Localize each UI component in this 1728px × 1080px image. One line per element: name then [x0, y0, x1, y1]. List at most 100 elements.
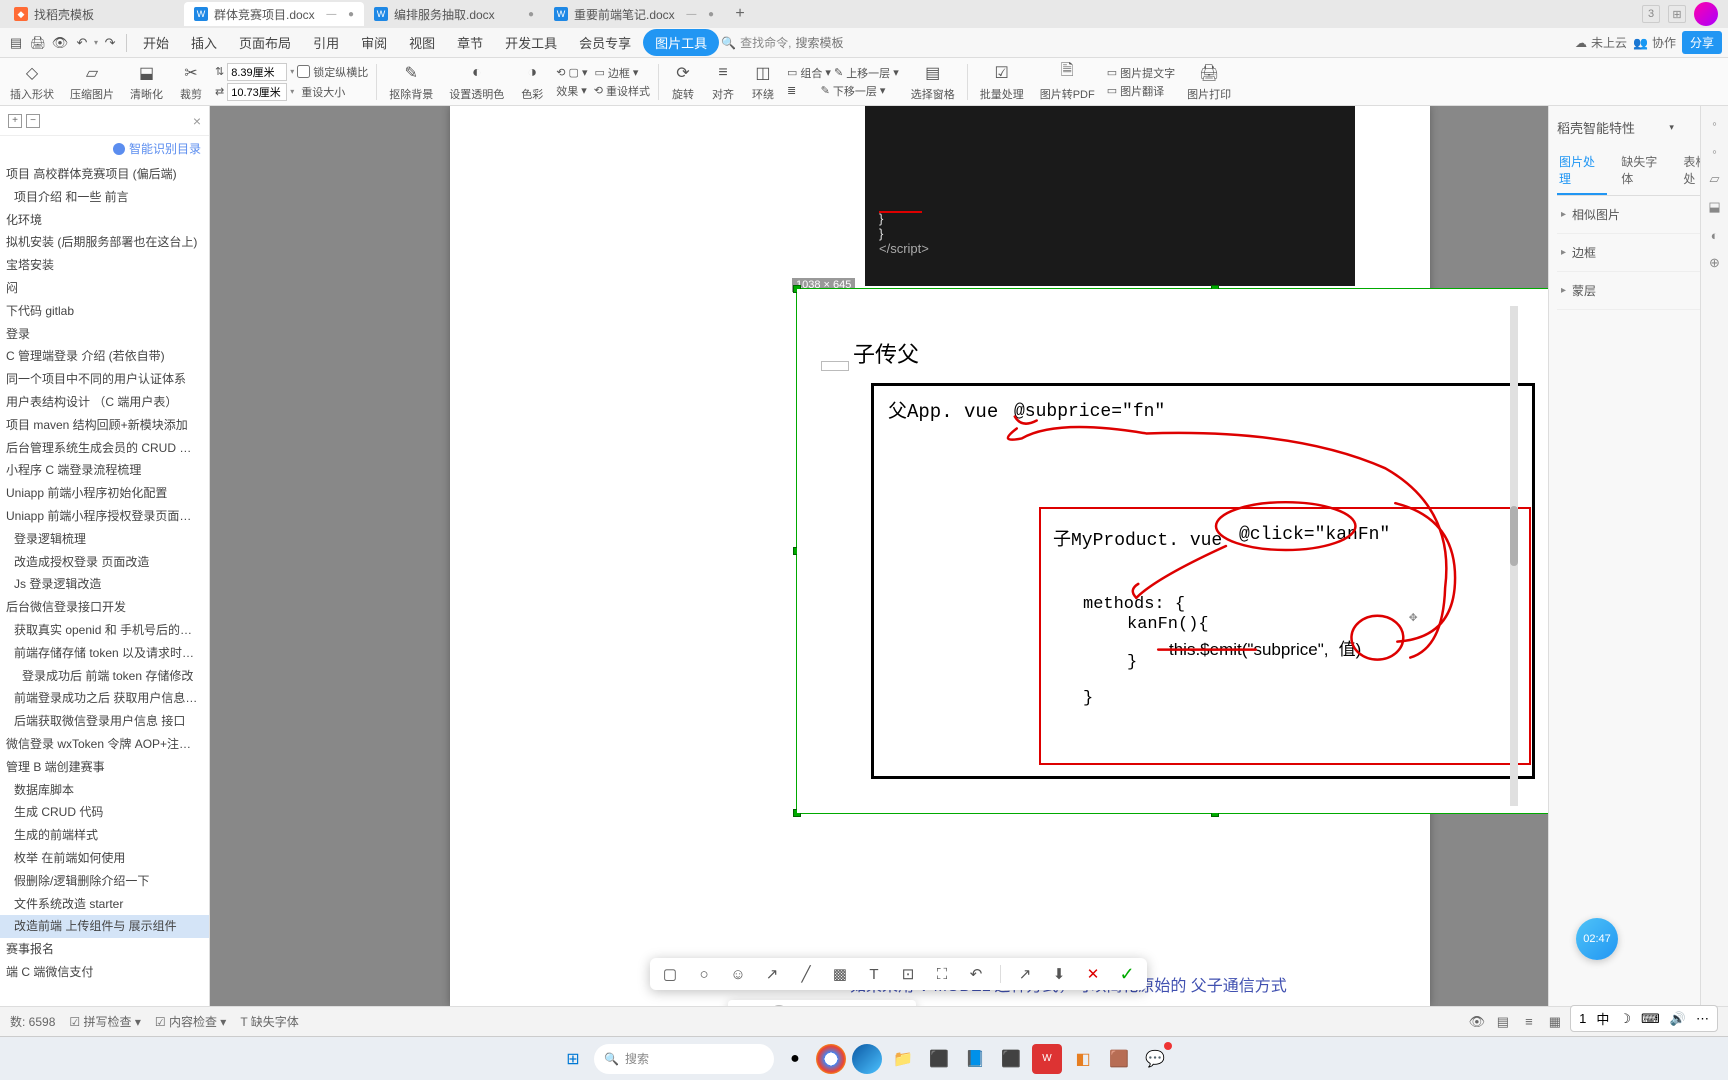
tool-text[interactable]: T [864, 964, 884, 984]
share-button[interactable]: 分享 [1682, 31, 1722, 54]
outline-item[interactable]: 文件系统改造 starter [0, 893, 209, 916]
vtool-5[interactable]: ◐ [1706, 226, 1724, 244]
ribbon-crop[interactable]: ✂裁剪 [175, 62, 207, 102]
new-tab-button[interactable]: + [730, 4, 750, 24]
ime-bar[interactable]: 1 中 ☽ ⌨ 🔊 ⋯ [1570, 1005, 1718, 1032]
collapse-icon[interactable]: − [26, 114, 40, 128]
outline-item[interactable]: 同一个项目中不同的用户认证体系 [0, 368, 209, 391]
ribbon-batch[interactable]: ☑批量处理 [976, 62, 1028, 102]
tool-share[interactable]: ↗ [1015, 964, 1035, 984]
tb-app-7[interactable]: 💬 [1140, 1044, 1170, 1074]
reset-size[interactable]: 重设大小 [301, 84, 345, 100]
outline-item[interactable]: 用户表结构设计 （C 端用户表） [0, 391, 209, 414]
redo-icon[interactable]: ↷ [100, 33, 120, 53]
vtool-4[interactable]: ⬓ [1706, 198, 1724, 216]
start-button[interactable]: ⊞ [558, 1044, 588, 1074]
outline-item[interactable]: 微信登录 wxToken 令牌 AOP+注解 完成... [0, 733, 209, 756]
rp-section-mask[interactable]: ▸蒙层 [1557, 272, 1720, 310]
tool-circle[interactable]: ○ [694, 964, 714, 984]
tool-cancel[interactable]: ✕ [1083, 964, 1103, 984]
ribbon-effects-row2[interactable]: 效果 ▾ ⟲ 重设样式 [556, 83, 650, 99]
menu-start[interactable]: 开始 [133, 28, 179, 57]
tool-fullscreen[interactable]: ⛶ [932, 964, 952, 984]
ime-keyboard[interactable]: ⌨ [1641, 1011, 1660, 1027]
outline-item[interactable]: 数据库脚本 [0, 779, 209, 802]
outline-item[interactable]: 改造成授权登录 页面改造 [0, 551, 209, 574]
tab-doc-1[interactable]: W 群体竞赛项目.docx — ● [184, 2, 364, 26]
scrollbar[interactable] [1510, 306, 1518, 806]
view-icon-1[interactable]: 👁 [1468, 1013, 1486, 1031]
tb-edge[interactable] [852, 1044, 882, 1074]
ribbon-color[interactable]: ◑色彩 [516, 62, 548, 102]
outline-item[interactable]: 小程序 C 端登录流程梳理 [0, 459, 209, 482]
vtool-3[interactable]: ▱ [1706, 170, 1724, 188]
view-icon-2[interactable]: ▤ [1494, 1013, 1512, 1031]
missing-fonts[interactable]: T 缺失字体 [240, 1013, 298, 1030]
menu-dev[interactable]: 开发工具 [495, 28, 567, 57]
menu-review[interactable]: 审阅 [351, 28, 397, 57]
outline-item[interactable]: 后台微信登录接口开发 [0, 596, 209, 619]
tool-pin[interactable]: ⊡ [898, 964, 918, 984]
ime-lang[interactable]: 中 [1596, 1009, 1609, 1028]
ime-sound[interactable]: 🔊 [1670, 1011, 1686, 1027]
ribbon-translate[interactable]: ▭ 图片翻译 [1107, 83, 1175, 99]
menu-chapter[interactable]: 章节 [447, 28, 493, 57]
timer-badge[interactable]: 02:47 [1576, 918, 1618, 960]
outline-list[interactable]: 项目 高校群体竞赛项目 (偏后端)项目介绍 和一些 前言化环境拟机安装 (后期服… [0, 161, 209, 1006]
tool-confirm[interactable]: ✓ [1117, 964, 1137, 984]
menu-layout[interactable]: 页面布局 [229, 28, 301, 57]
rp-tab-image[interactable]: 图片处理 [1557, 147, 1607, 195]
ribbon-insert-shape[interactable]: ◇插入形状 [6, 62, 58, 102]
outline-item[interactable]: 登录成功后 前端 token 存储修改 [0, 665, 209, 688]
tb-explorer[interactable]: 📁 [888, 1044, 918, 1074]
tool-download[interactable]: ⬇ [1049, 964, 1069, 984]
tool-mosaic[interactable]: ▩ [830, 964, 850, 984]
tb-app-4[interactable]: ⬛ [996, 1044, 1026, 1074]
ribbon-layers[interactable]: ≣ ✎ 下移一层 ▾ [787, 83, 899, 99]
ribbon-pdf[interactable]: 🗎图片转PDF [1036, 62, 1099, 102]
close-icon[interactable]: ● [348, 9, 354, 20]
ribbon-wrap[interactable]: ◫环绕 [747, 62, 779, 102]
tool-rect[interactable]: ▢ [660, 964, 680, 984]
ribbon-effects-row1[interactable]: ⟲ ▢ ▾ ▭ 边框 ▾ [556, 65, 650, 81]
outline-item[interactable]: 下代码 gitlab [0, 300, 209, 323]
rp-section-border[interactable]: ▸边框 [1557, 234, 1720, 272]
outline-item[interactable]: 后端获取微信登录用户信息 接口 [0, 710, 209, 733]
vtool-1[interactable]: ◦ [1706, 114, 1724, 132]
close-icon[interactable]: ● [528, 9, 534, 20]
outline-item[interactable]: 假删除/逻辑删除介绍一下 [0, 870, 209, 893]
tb-wps[interactable]: W [1032, 1044, 1062, 1074]
outline-item[interactable]: 宝塔安装 [0, 254, 209, 277]
view-icon-4[interactable]: ▦ [1546, 1013, 1564, 1031]
tab-templates[interactable]: ◆ 找稻壳模板 [4, 2, 184, 26]
outline-item[interactable]: 生成的前端样式 [0, 824, 209, 847]
outline-item[interactable]: 端 C 端微信支付 [0, 961, 209, 984]
tab-doc-3[interactable]: W 重要前端笔记.docx — ● [544, 2, 724, 26]
ribbon-print[interactable]: 🖨图片打印 [1183, 62, 1235, 102]
outline-item[interactable]: 项目介绍 和一些 前言 [0, 186, 209, 209]
tb-app-5[interactable]: ◧ [1068, 1044, 1098, 1074]
taskbar-search[interactable]: 🔍搜索 [594, 1044, 774, 1074]
close-icon[interactable]: — [326, 9, 336, 20]
ime-more[interactable]: ⋯ [1696, 1011, 1709, 1027]
document-area[interactable]: } } </script> 1038 × 645 子传父 [210, 106, 1548, 1006]
outline-item[interactable]: 后台管理系统生成会员的 CRUD 代码 [0, 437, 209, 460]
dropdown-icon[interactable]: ▾ [94, 38, 98, 47]
save-icon[interactable]: 🖨 [28, 33, 48, 53]
height-input[interactable] [227, 83, 287, 101]
ribbon-combine[interactable]: ▭ 组合 ▾ ✎ 上移一层 ▾ [787, 65, 899, 81]
scroll-thumb[interactable] [1510, 506, 1518, 566]
outline-item[interactable]: 化环境 [0, 209, 209, 232]
tb-app-1[interactable]: ● [780, 1044, 810, 1074]
spell-check[interactable]: ☑ 拼写检查 ▾ [69, 1013, 140, 1030]
outline-item[interactable]: 闷 [0, 277, 209, 300]
ribbon-sharpen[interactable]: ⬓清晰化 [126, 62, 167, 102]
close-icon[interactable]: — [686, 9, 696, 20]
outline-item[interactable]: 管理 B 端创建赛事 [0, 756, 209, 779]
window-icon-1[interactable]: 3 [1642, 5, 1660, 23]
outline-item[interactable]: 登录逻辑梳理 [0, 528, 209, 551]
word-count[interactable]: 数: 6598 [10, 1013, 55, 1030]
tab-doc-2[interactable]: W 编排服务抽取.docx ● [364, 2, 544, 26]
width-input[interactable] [227, 63, 287, 81]
rp-section-similar[interactable]: ▸相似图片 [1557, 196, 1720, 234]
